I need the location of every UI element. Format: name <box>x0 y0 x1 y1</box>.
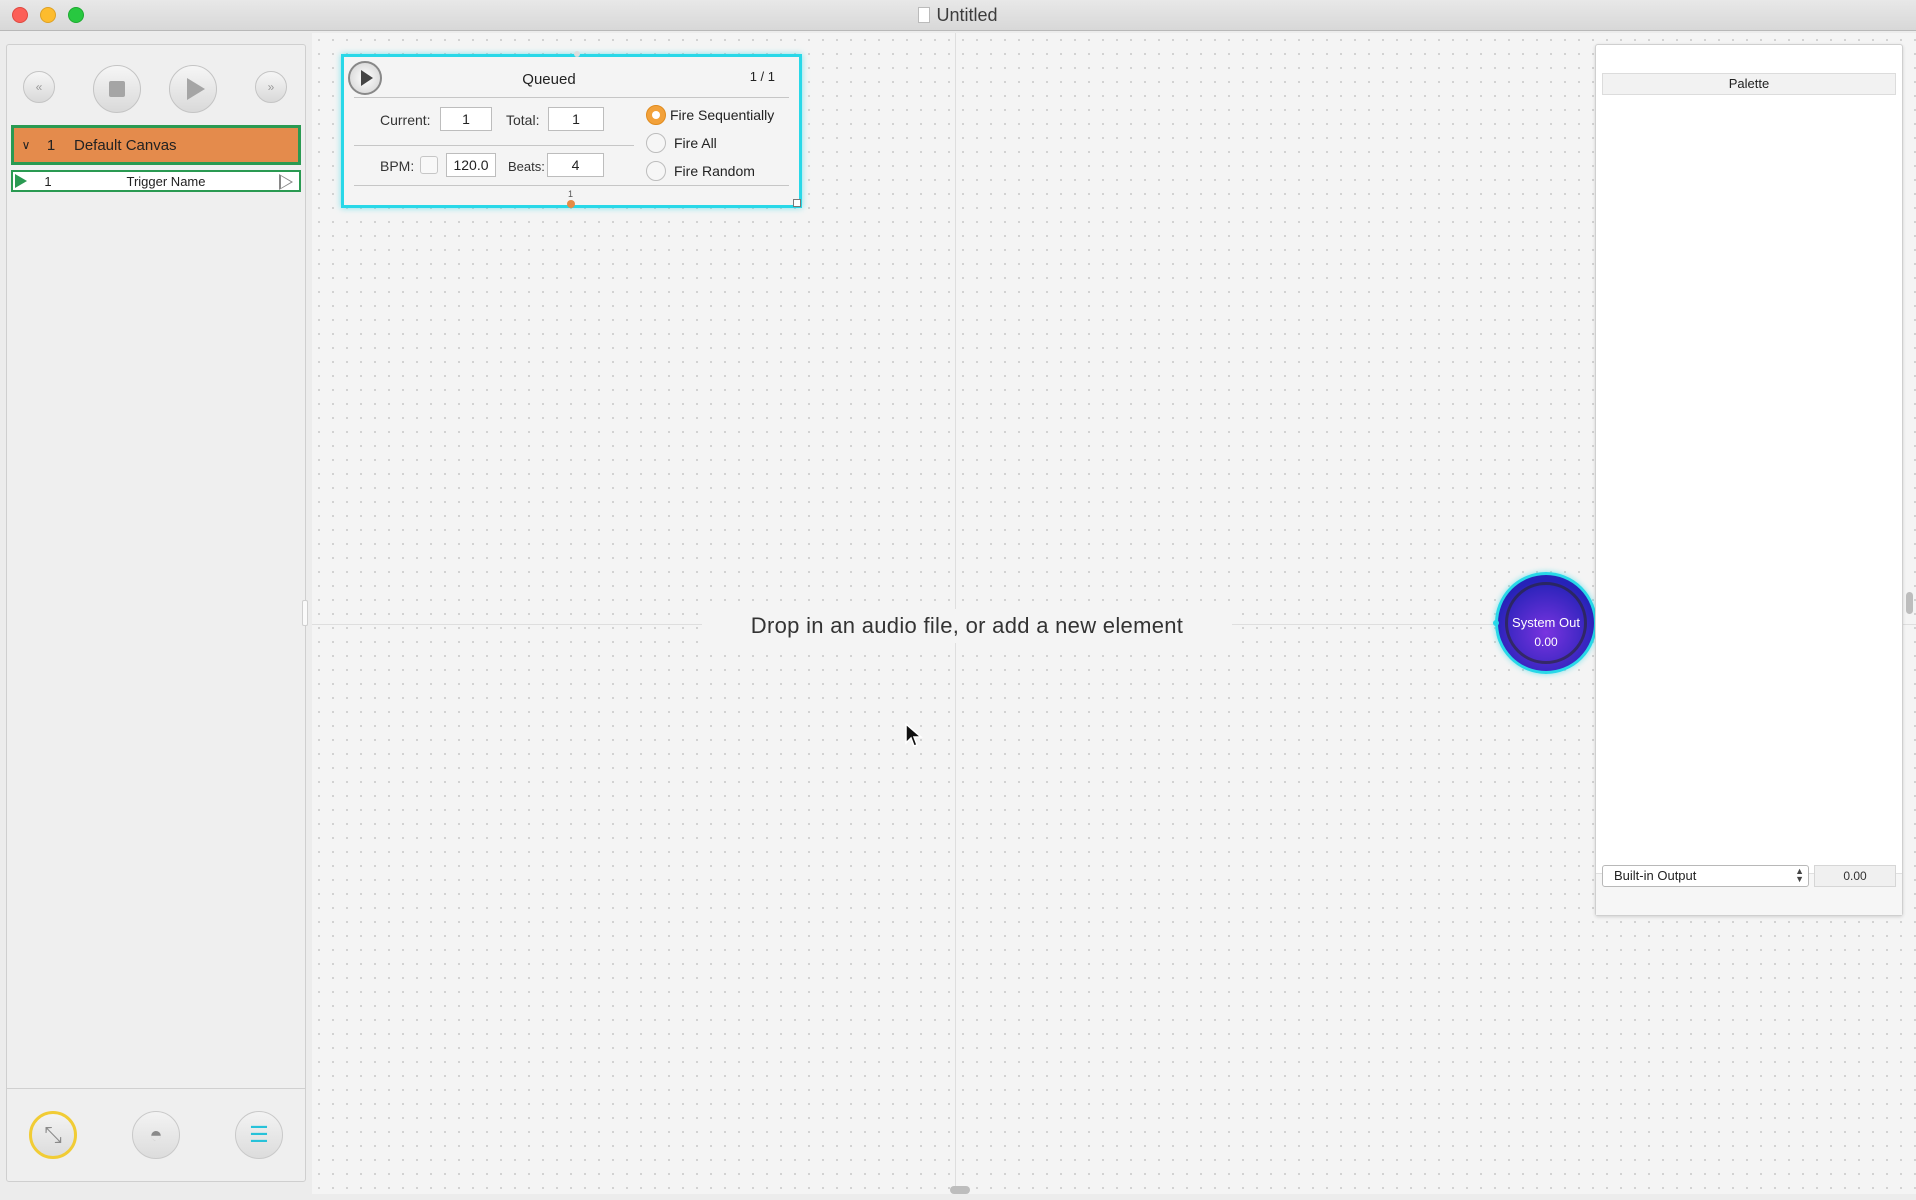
bpm-checkbox[interactable] <box>420 156 438 174</box>
list-mode-button[interactable]: ☰ <box>235 1111 283 1159</box>
radio-selected-icon[interactable] <box>646 105 666 125</box>
document-icon <box>918 7 931 23</box>
radio-unselected-icon[interactable] <box>646 133 666 153</box>
play-button[interactable] <box>169 65 217 113</box>
select-arrows-icon: ▲ ▼ <box>1795 866 1804 884</box>
total-field[interactable]: 1 <box>548 107 604 131</box>
horizontal-scroll-handle[interactable] <box>950 1186 970 1194</box>
radio-unselected-icon[interactable] <box>646 161 666 181</box>
play-icon <box>186 78 205 100</box>
window-title-wrap: Untitled <box>0 5 1916 26</box>
panel-divider <box>354 145 634 146</box>
trigger-status: Queued <box>522 71 576 88</box>
beats-label: Beats: <box>508 159 545 174</box>
panel-divider <box>354 97 789 98</box>
stop-button[interactable] <box>93 65 141 113</box>
palette-title: Palette <box>1602 73 1896 95</box>
current-field[interactable]: 1 <box>440 107 492 131</box>
app-window: Untitled « » ∨ 1 Default Canvas 1 Trigge… <box>0 0 1916 1200</box>
canvas-list-item[interactable]: ∨ 1 Default Canvas <box>11 125 301 165</box>
disclosure-chevron-icon[interactable]: ∨ <box>16 138 36 152</box>
trigger-count: 1 / 1 <box>749 69 775 84</box>
canvas-number: 1 <box>46 136 56 154</box>
trigger-list-item[interactable]: 1 Trigger Name <box>11 170 301 192</box>
current-label: Current: <box>380 112 431 128</box>
rewind-button[interactable]: « <box>23 71 55 103</box>
resize-handle[interactable] <box>793 199 801 207</box>
output-port[interactable] <box>567 200 575 208</box>
output-device-select[interactable]: Built-in Output ▲ ▼ <box>1602 865 1809 887</box>
play-icon <box>360 70 373 86</box>
canvas-name: Default Canvas <box>74 136 177 154</box>
trigger-fire-icon[interactable] <box>279 174 293 190</box>
fire-random-option[interactable]: Fire Random <box>646 161 755 181</box>
title-bar: Untitled <box>0 0 1916 31</box>
fire-all-option[interactable]: Fire All <box>646 133 717 153</box>
fire-all-label: Fire All <box>674 135 717 151</box>
vertical-scroll-handle[interactable] <box>1906 592 1913 614</box>
panel-divider <box>354 185 789 186</box>
trigger-active-icon <box>15 174 27 188</box>
window-title: Untitled <box>936 5 998 25</box>
output-level-field[interactable]: 0.00 <box>1814 865 1896 887</box>
stop-icon <box>109 81 125 97</box>
sidebar: « » ∨ 1 Default Canvas 1 Trigger Name ⤡ … <box>6 44 306 1182</box>
sidebar-resize-handle[interactable] <box>302 600 308 626</box>
trigger-panel[interactable]: Queued 1 / 1 Current: 1 Total: 1 BPM: 12… <box>341 51 802 208</box>
canvas-hint: Drop in an audio file, or add a new elem… <box>702 609 1232 643</box>
system-out-value: 0.00 <box>1534 635 1558 649</box>
wand-mode-button[interactable]: ⤡ <box>29 1111 77 1159</box>
trigger-name: Trigger Name <box>126 173 206 189</box>
system-out-label: System Out <box>1512 615 1580 630</box>
fire-sequentially-label: Fire Sequentially <box>670 107 775 123</box>
wand-icon: ⤡ <box>44 1122 62 1147</box>
system-out-node[interactable]: System Out 0.00 <box>1493 572 1597 674</box>
fast-forward-button[interactable]: » <box>255 71 287 103</box>
total-label: Total: <box>506 112 540 128</box>
bpm-field[interactable]: 120.0 <box>446 153 496 177</box>
bpm-label: BPM: <box>380 158 415 174</box>
fire-random-label: Fire Random <box>674 163 755 179</box>
palette-panel: Palette Built-in Output ▲ ▼ 0.00 <box>1595 44 1903 916</box>
input-port[interactable] <box>574 51 580 57</box>
fast-forward-icon: » <box>267 80 275 94</box>
trigger-number: 1 <box>44 173 52 189</box>
list-icon: ☰ <box>249 1122 269 1147</box>
output-port-label: 1 <box>568 189 574 199</box>
fire-sequentially-option[interactable]: Fire Sequentially <box>646 105 774 125</box>
trigger-play-button[interactable] <box>348 61 382 95</box>
mouse-cursor-icon <box>905 722 924 747</box>
rewind-icon: « <box>35 80 43 94</box>
sidebar-divider <box>7 1088 305 1089</box>
waveform-mode-button[interactable]: ◓ <box>132 1111 180 1159</box>
beats-field[interactable]: 4 <box>547 153 604 177</box>
output-device-value: Built-in Output <box>1614 868 1697 883</box>
waveform-icon: ◓ <box>149 1122 163 1147</box>
